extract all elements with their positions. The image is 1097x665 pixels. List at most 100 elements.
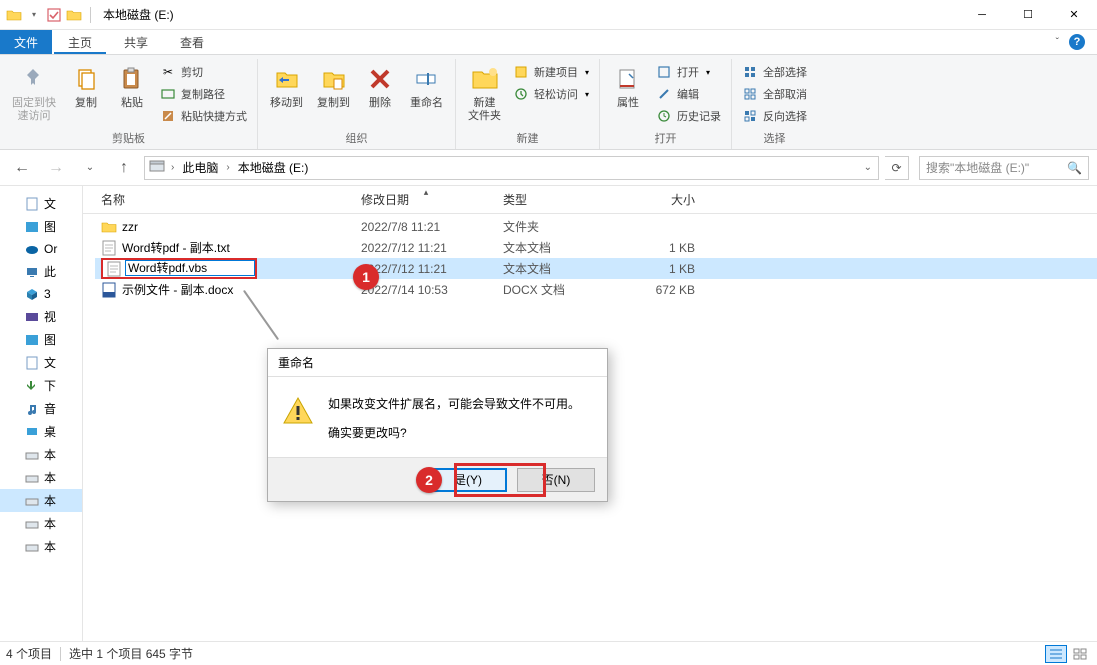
drive-icon bbox=[24, 470, 40, 486]
up-button[interactable]: ↑ bbox=[110, 154, 138, 182]
drive-icon bbox=[24, 493, 40, 509]
easy-access-button[interactable]: 轻松访问▾ bbox=[509, 85, 593, 103]
cell-type: 文件夹 bbox=[497, 218, 619, 235]
edit-button[interactable]: 编辑 bbox=[652, 85, 725, 103]
new-item-button[interactable]: 新建项目▾ bbox=[509, 63, 593, 81]
home-tab[interactable]: 主页 bbox=[52, 30, 108, 54]
minimize-button[interactable]: ─ bbox=[959, 0, 1005, 30]
pic-icon bbox=[24, 219, 40, 235]
sidebar-item-label: 文 bbox=[44, 354, 56, 371]
sidebar-item[interactable]: 本 bbox=[0, 535, 82, 558]
rename-button[interactable]: 重命名 bbox=[404, 61, 449, 112]
rename-dialog: 重命名 如果改变文件扩展名，可能会导致文件不可用。 确实要更改吗? 2 是(Y)… bbox=[267, 348, 608, 502]
view-tab[interactable]: 查看 bbox=[164, 30, 220, 54]
file-row[interactable]: Word转pdf - 副本.txt2022/7/12 11:21文本文档1 KB bbox=[95, 237, 1097, 258]
sidebar-item[interactable]: 本 bbox=[0, 489, 82, 512]
sidebar-item[interactable]: 图 bbox=[0, 328, 82, 351]
sidebar-item[interactable]: 本 bbox=[0, 443, 82, 466]
cell-name: Word转pdf - 副本.txt bbox=[95, 239, 355, 256]
thumbnails-view-button[interactable] bbox=[1069, 645, 1091, 663]
annotation-badge-1: 1 bbox=[353, 264, 379, 290]
qat-separator bbox=[90, 7, 91, 23]
properties-icon bbox=[612, 63, 644, 95]
cell-size: 672 KB bbox=[619, 283, 701, 297]
sidebar-item-label: 此 bbox=[44, 263, 56, 280]
search-input[interactable]: 搜索"本地磁盘 (E:)" 🔍 bbox=[919, 156, 1089, 180]
breadcrumb-drive[interactable]: 本地磁盘 (E:) bbox=[236, 159, 311, 176]
paste-shortcut-button[interactable]: 粘贴快捷方式 bbox=[156, 107, 251, 125]
file-tab[interactable]: 文件 bbox=[0, 30, 52, 54]
sidebar-item[interactable]: 本 bbox=[0, 466, 82, 489]
rename-input[interactable] bbox=[125, 260, 255, 276]
pc-icon bbox=[24, 264, 40, 280]
dialog-no-button[interactable]: 否(N) bbox=[517, 468, 595, 492]
ribbon-collapse-icon[interactable]: ˇ bbox=[1056, 37, 1059, 48]
details-view-button[interactable] bbox=[1045, 645, 1067, 663]
sidebar-item-label: 本 bbox=[44, 515, 56, 532]
sidebar-item[interactable]: 文 bbox=[0, 192, 82, 215]
file-row[interactable]: 2022/7/12 11:21文本文档1 KB bbox=[95, 258, 1097, 279]
select-none-button[interactable]: 全部取消 bbox=[738, 85, 811, 103]
sidebar-item[interactable]: 文 bbox=[0, 351, 82, 374]
sidebar-item[interactable]: 音 bbox=[0, 397, 82, 420]
qat-dropdown-icon[interactable]: ▾ bbox=[26, 7, 42, 23]
copy-button[interactable]: 复制 bbox=[64, 61, 108, 112]
sidebar-item[interactable]: Or bbox=[0, 238, 82, 260]
refresh-button[interactable]: ⟳ bbox=[885, 156, 909, 180]
move-to-button[interactable]: 移动到 bbox=[264, 61, 309, 112]
sidebar-item-label: 下 bbox=[44, 377, 56, 394]
cell-size: 1 KB bbox=[619, 262, 701, 276]
address-bar[interactable]: › 此电脑 › 本地磁盘 (E:) ⌄ bbox=[144, 156, 879, 180]
sidebar-item[interactable]: 视 bbox=[0, 305, 82, 328]
sidebar-item[interactable]: 下 bbox=[0, 374, 82, 397]
nav-pane[interactable]: 文图Or此3视图文下音桌本本本本本 bbox=[0, 186, 83, 641]
back-button[interactable]: ← bbox=[8, 154, 36, 182]
col-header-date[interactable]: ▴修改日期 bbox=[355, 191, 497, 208]
address-dropdown-icon[interactable]: ⌄ bbox=[862, 162, 874, 173]
col-header-name[interactable]: 名称 bbox=[95, 191, 355, 208]
chevron-right-icon[interactable]: › bbox=[169, 162, 176, 173]
sidebar-item[interactable]: 此 bbox=[0, 260, 82, 283]
close-button[interactable]: ✕ bbox=[1051, 0, 1097, 30]
sidebar-item[interactable]: 本 bbox=[0, 512, 82, 535]
recent-dropdown[interactable]: ⌄ bbox=[76, 154, 104, 182]
maximize-button[interactable]: ☐ bbox=[1005, 0, 1051, 30]
folder-icon bbox=[66, 7, 82, 23]
col-header-size[interactable]: 大小 bbox=[619, 191, 701, 208]
chevron-right-icon[interactable]: › bbox=[224, 162, 231, 173]
sidebar-item[interactable]: 桌 bbox=[0, 420, 82, 443]
ribbon-group-new: 新建 文件夹 新建项目▾ 轻松访问▾ 新建 bbox=[456, 59, 600, 149]
col-header-type[interactable]: 类型 bbox=[497, 191, 619, 208]
history-button[interactable]: 历史记录 bbox=[652, 107, 725, 125]
copy-to-button[interactable]: 复制到 bbox=[311, 61, 356, 112]
help-icon[interactable]: ? bbox=[1069, 34, 1085, 50]
sidebar-item[interactable]: 图 bbox=[0, 215, 82, 238]
pin-quick-access-button[interactable]: 固定到快 速访问 bbox=[6, 61, 62, 125]
open-button[interactable]: 打开▾ bbox=[652, 63, 725, 81]
cut-button[interactable]: ✂剪切 bbox=[156, 63, 251, 81]
ribbon-tabs: 文件 主页 共享 查看 ˇ ? bbox=[0, 30, 1097, 54]
file-row[interactable]: 示例文件 - 副本.docx2022/7/14 10:53DOCX 文档672 … bbox=[95, 279, 1097, 300]
invert-selection-button[interactable]: 反向选择 bbox=[738, 107, 811, 125]
forward-button[interactable]: → bbox=[42, 154, 70, 182]
new-folder-button[interactable]: 新建 文件夹 bbox=[462, 61, 507, 125]
breadcrumb-pc[interactable]: 此电脑 bbox=[180, 159, 220, 176]
select-all-button[interactable]: 全部选择 bbox=[738, 63, 811, 81]
delete-button[interactable]: 删除 bbox=[358, 61, 402, 112]
sidebar-item[interactable]: 3 bbox=[0, 283, 82, 305]
sidebar-item-label: 本 bbox=[44, 446, 56, 463]
properties-button[interactable]: 属性 bbox=[606, 61, 650, 112]
file-row[interactable]: zzr2022/7/8 11:21文件夹 bbox=[95, 216, 1097, 237]
sidebar-item-label: 本 bbox=[44, 469, 56, 486]
edit-icon bbox=[656, 86, 672, 102]
scissors-icon: ✂ bbox=[160, 64, 176, 80]
paste-button[interactable]: 粘贴 bbox=[110, 61, 154, 112]
rename-highlight bbox=[101, 258, 257, 279]
shortcut-icon bbox=[160, 108, 176, 124]
chevron-down-icon: ▾ bbox=[585, 90, 589, 99]
drive-icon bbox=[149, 159, 165, 176]
qat-checkbox-icon[interactable] bbox=[46, 7, 62, 23]
chevron-down-icon: ▾ bbox=[585, 68, 589, 77]
copy-path-button[interactable]: 复制路径 bbox=[156, 85, 251, 103]
share-tab[interactable]: 共享 bbox=[108, 30, 164, 54]
